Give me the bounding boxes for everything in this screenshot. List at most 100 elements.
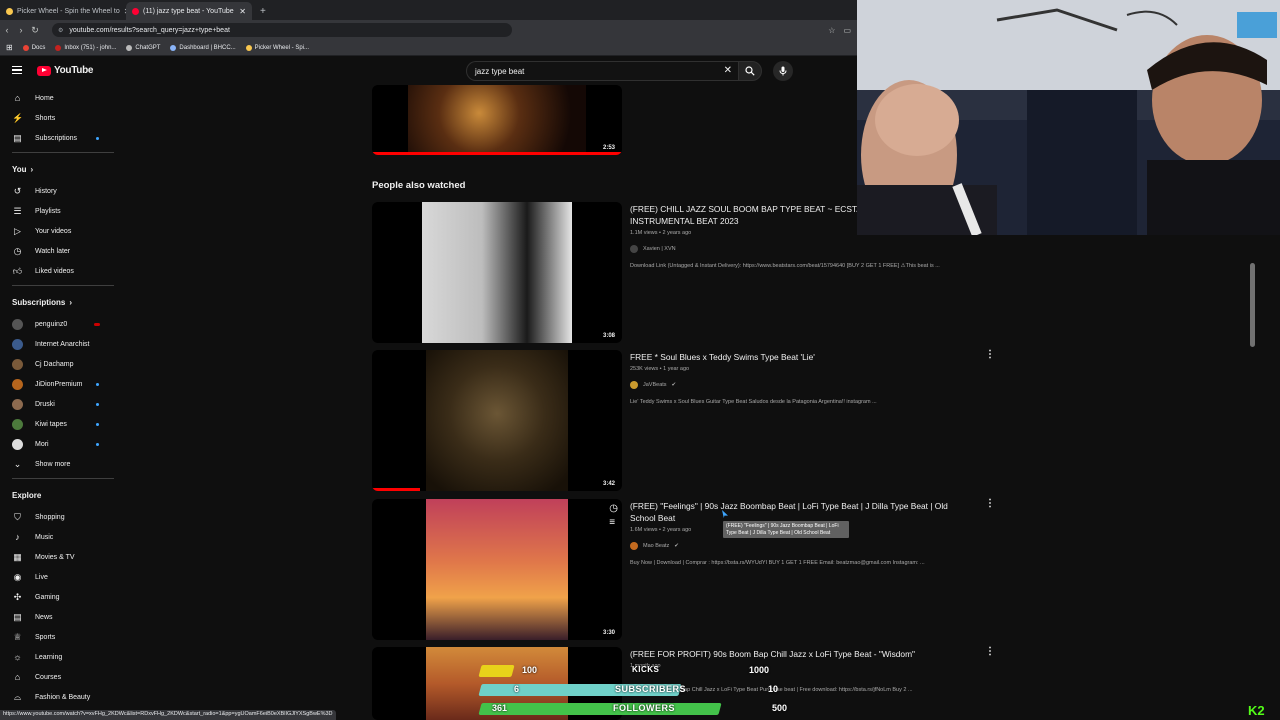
sidebar-item-your-videos[interactable]: ▷ Your videos [0, 221, 120, 241]
bookmark-chatgpt[interactable]: ChatGPT [126, 44, 160, 51]
thumbs-up-icon: 👍︎ [12, 265, 23, 276]
kicks-progress-bar [478, 665, 515, 677]
sidebar-sub-jidionpremium[interactable]: JiDionPremium [0, 374, 120, 394]
menu-icon[interactable] [12, 66, 22, 74]
new-content-dot [96, 136, 99, 140]
sidebar-label: Mori [35, 440, 49, 448]
voice-search-button[interactable] [773, 61, 793, 81]
back-icon[interactable]: ‹ [0, 25, 14, 35]
video-title[interactable]: FREE * Soul Blues x Teddy Swims Type Bea… [630, 351, 970, 363]
sidebar-item-music[interactable]: ♪ Music [0, 527, 120, 547]
search-button[interactable] [738, 61, 762, 81]
youtube-logo[interactable]: YouTube [37, 65, 94, 76]
you-section-heading[interactable]: You › [0, 157, 120, 181]
sidebar-item-learning[interactable]: ☼ Learning [0, 647, 120, 667]
subscriptions-section-heading[interactable]: Subscriptions › [0, 290, 120, 314]
bookmark-picker-wheel[interactable]: Picker Wheel - Spi... [245, 44, 309, 51]
video-title[interactable]: (FREE FOR PROFIT) 90s Boom Bap Chill Jaz… [630, 648, 970, 660]
sidebar-sub-kiwi-tapes[interactable]: Kiwi tapes [0, 414, 120, 434]
newspaper-icon: ▤ [13, 611, 22, 622]
channel-link[interactable]: Xavien | XVN [630, 245, 970, 253]
home-icon: ⌂ [14, 93, 21, 103]
video-thumbnail[interactable]: 3:08 [372, 202, 622, 343]
divider [12, 285, 114, 286]
verified-icon: ✔ [674, 543, 679, 549]
channel-link[interactable]: JaVBeats ✔ [630, 381, 970, 389]
sidebar-item-live[interactable]: ◉ Live [0, 567, 120, 587]
sidebar-label: Courses [35, 673, 62, 681]
sidebar-sub-cj-dachamp[interactable]: Cj Dachamp [0, 354, 120, 374]
cast-icon[interactable]: ▭ [843, 26, 851, 35]
logo-text: YouTube [54, 65, 94, 76]
forward-icon[interactable]: › [14, 25, 28, 35]
tab-picker-wheel[interactable]: Picker Wheel - Spin the Wheel to ✕ [0, 2, 126, 20]
sidebar-item-shopping[interactable]: ⛉ Shopping [0, 507, 120, 527]
sidebar-label: Shorts [35, 114, 56, 122]
subscriptions-icon: ▤ [13, 132, 22, 143]
reload-icon[interactable]: ↻ [28, 25, 42, 36]
search-input[interactable]: jazz type beat ✕ [466, 61, 738, 81]
more-actions-icon[interactable]: ⋮ [985, 498, 995, 509]
more-actions-icon[interactable]: ⋮ [985, 646, 995, 657]
video-thumbnail[interactable]: 3:30 ◷ ≡ [372, 499, 622, 640]
tab-youtube[interactable]: (11) jazz type beat - YouTube ✕ [126, 2, 252, 20]
your-videos-icon: ▷ [14, 225, 21, 236]
sidebar-label: Show more [35, 460, 71, 468]
sidebar-label: Druski [35, 400, 55, 408]
sidebar-item-home[interactable]: ⌂ Home [0, 88, 120, 108]
add-to-queue-icon[interactable]: ≡ [609, 517, 618, 528]
sidebar-item-subscriptions[interactable]: ▤ Subscriptions [0, 128, 120, 148]
live-icon: ◉ [13, 571, 22, 582]
avatar [12, 438, 23, 450]
site-info-icon[interactable]: ⚙ [58, 27, 63, 34]
playlists-icon: ☰ [13, 205, 22, 216]
sidebar-sub-mori[interactable]: Mori [0, 434, 120, 454]
sidebar-item-movies[interactable]: ▦ Movies & TV [0, 547, 120, 567]
sidebar-label: Sports [35, 633, 56, 641]
sidebar-sub-penguinz0[interactable]: penguinz0 [0, 314, 120, 334]
sidebar-item-sports[interactable]: ♕ Sports [0, 627, 120, 647]
bookmark-star-icon[interactable]: ☆ [828, 26, 835, 35]
sidebar-sub-druski[interactable]: Druski [0, 394, 120, 414]
shorts-icon: ⚡ [12, 112, 24, 123]
new-tab-icon[interactable]: + [252, 2, 274, 20]
music-note-icon: ♪ [15, 532, 20, 542]
channel-name: Mao Beatz [643, 543, 670, 549]
sidebar-item-courses[interactable]: ⌂ Courses [0, 667, 120, 687]
sidebar-item-shorts[interactable]: ⚡ Shorts [0, 108, 120, 128]
video-thumbnail[interactable]: 2:53 [372, 85, 622, 155]
new-content-dot [96, 382, 99, 386]
apps-icon[interactable]: ⊞ [6, 43, 13, 52]
bookmark-dashboard[interactable]: Dashboard | BHCC... [170, 44, 236, 51]
webcam-overlay [857, 0, 1280, 235]
shopping-bag-icon: ⛉ [14, 511, 21, 522]
sidebar-item-news[interactable]: ▤ News [0, 607, 120, 627]
sidebar-show-more[interactable]: ⌄ Show more [0, 454, 120, 474]
dashboard-icon [170, 44, 177, 51]
avatar [12, 358, 23, 370]
url-field[interactable]: ⚙ youtube.com/results?search_query=jazz+… [52, 23, 512, 37]
sidebar-sub-internet-anarchist[interactable]: Internet Anarchist [0, 334, 120, 354]
channel-link[interactable]: Mao Beatz ✔ [630, 542, 970, 550]
more-actions-icon[interactable]: ⋮ [985, 349, 995, 360]
video-thumbnail[interactable]: 3:42 [372, 350, 622, 491]
close-tab-icon[interactable]: ✕ [239, 7, 246, 16]
sidebar-item-gaming[interactable]: ✣ Gaming [0, 587, 120, 607]
bookmark-inbox[interactable]: Inbox (751) - john... [55, 44, 116, 51]
video-description: Buy Now | Download | Comprar : https://b… [630, 560, 925, 566]
chevron-right-icon: › [69, 297, 73, 307]
subscribers-current: 6 [514, 684, 520, 694]
clear-search-icon[interactable]: ✕ [724, 65, 732, 76]
explore-section-heading: Explore [0, 483, 120, 507]
bookmark-docs[interactable]: Docs [22, 44, 45, 51]
sidebar-item-playlists[interactable]: ☰ Playlists [0, 201, 120, 221]
watch-later-clock-icon[interactable]: ◷ [609, 503, 618, 514]
google-icon [22, 44, 29, 51]
page-scrollbar[interactable] [1250, 263, 1255, 347]
sidebar-item-watch-later[interactable]: ◷ Watch later [0, 241, 120, 261]
sidebar-item-fashion[interactable]: ⌓ Fashion & Beauty [0, 687, 120, 707]
hanger-icon: ⌓ [13, 691, 22, 702]
link-status-bar: https://www.youtube.com/watch?v=xvFHg_2K… [0, 710, 336, 720]
sidebar-item-history[interactable]: ↺ History [0, 181, 120, 201]
sidebar-item-liked-videos[interactable]: 👍︎ Liked videos [0, 261, 120, 281]
